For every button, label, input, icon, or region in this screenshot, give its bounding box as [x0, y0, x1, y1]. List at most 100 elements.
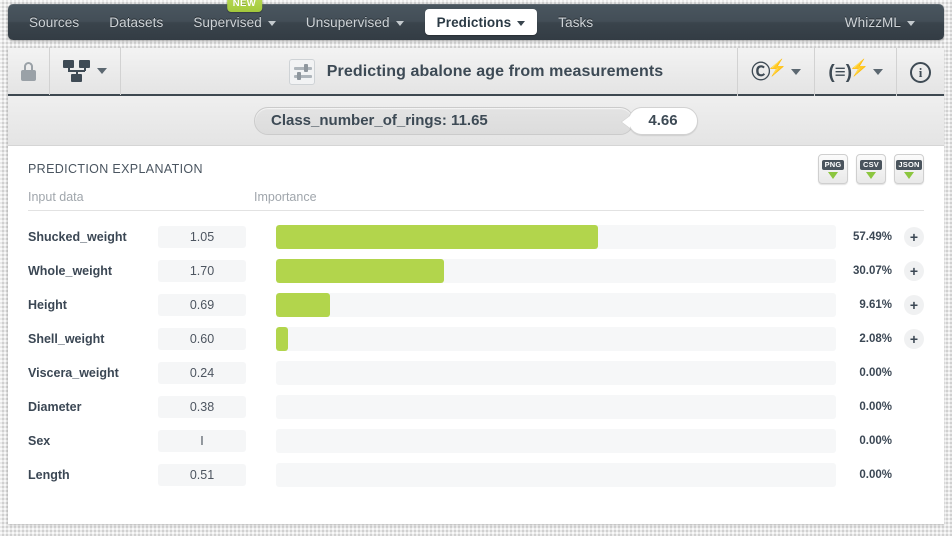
batch-prediction-button[interactable]: Ⓒ ⚡ [737, 48, 814, 96]
chevron-down-icon [791, 69, 802, 75]
export-buttons: PNG CSV JSON [818, 154, 924, 184]
main-navbar: Sources Datasets Supervised NEW Unsupervised… [8, 0, 944, 40]
nav-item-label: Predictions [436, 14, 512, 30]
nav-item-sources[interactable]: Sources [14, 4, 94, 40]
importance-bar-track [276, 327, 836, 351]
chevron-down-icon [395, 20, 404, 26]
chevron-down-icon [97, 68, 107, 74]
nav-item-predictions[interactable]: Predictions [424, 9, 538, 35]
importance-bar-track [276, 395, 836, 419]
importance-bar-track [276, 293, 836, 317]
table-row: Shell_weight 0.60 2.08% + [28, 322, 924, 356]
nav-item-supervised[interactable]: Supervised NEW [178, 0, 291, 40]
nav-item-whizzml[interactable]: WhizzML [830, 15, 930, 30]
importance-bar [276, 327, 288, 351]
importance-percent: 2.08% [859, 333, 892, 345]
chevron-down-icon [267, 20, 276, 26]
expand-row-button[interactable]: + [904, 329, 924, 349]
nav-item-whizzml-label: WhizzML [844, 14, 901, 30]
lightning-icon: ⚡ [849, 60, 869, 77]
export-format-label: JSON [895, 159, 923, 171]
field-value: 1.70 [158, 260, 246, 282]
field-value: 1.05 [158, 226, 246, 248]
table-row: Height 0.69 9.61% + [28, 288, 924, 322]
importance-percent: 57.49% [852, 231, 892, 243]
info-button[interactable]: i [896, 48, 944, 96]
importance-percent: 30.07% [852, 265, 892, 277]
importance-bar [276, 225, 598, 249]
nav-item-unsupervised[interactable]: Unsupervised [291, 4, 419, 40]
table-row: Length0.510.00%+ [28, 458, 924, 492]
export-json-button[interactable]: JSON [894, 154, 924, 184]
field-value: 0.51 [158, 464, 246, 486]
chevron-down-icon [873, 69, 883, 75]
page-title: Predicting abalone age from measurements [326, 63, 664, 80]
table-row: Diameter0.380.00%+ [28, 390, 924, 424]
field-value: 0.38 [158, 396, 246, 418]
nav-item-label: Unsupervised [305, 14, 390, 30]
export-format-label: CSV [860, 159, 882, 171]
field-name: Shucked_weight [28, 230, 127, 244]
expand-row-button[interactable]: + [904, 295, 924, 315]
nav-item-label: Sources [29, 14, 80, 30]
export-format-label: PNG [822, 159, 844, 171]
field-name: Height [28, 298, 67, 312]
privacy-lock-button[interactable] [8, 47, 50, 95]
resource-toolbar: Predicting abalone age from measurements… [8, 47, 944, 96]
importance-bar-track [276, 225, 836, 249]
new-badge: NEW [226, 0, 263, 12]
expand-row-button[interactable]: + [904, 227, 924, 247]
objective-prediction-pill: Class_number_of_rings: 11.65 [254, 106, 634, 135]
nav-item-datasets[interactable]: Datasets [94, 4, 178, 40]
toolbar-actions: Ⓒ ⚡ (≡) ⚡ i [737, 48, 944, 96]
chevron-down-icon [517, 20, 526, 26]
field-value: 0.60 [158, 328, 246, 350]
download-arrow-icon [904, 172, 914, 180]
nav-item-label: Tasks [558, 14, 594, 30]
evaluation-button[interactable]: (≡) ⚡ [814, 48, 896, 96]
prediction-explanation-section: PREDICTION EXPLANATION PNG CSV JSON Input … [8, 146, 944, 492]
field-value: 0.24 [158, 362, 246, 384]
field-name: Diameter [28, 400, 82, 414]
model-selector-button[interactable] [50, 47, 121, 95]
importance-bar-track [276, 429, 836, 453]
content-panel: Predicting abalone age from measurements… [8, 47, 944, 524]
column-header-importance: Importance [240, 190, 924, 211]
nav-item-label: Datasets [109, 14, 164, 30]
export-png-button[interactable]: PNG [818, 154, 848, 184]
importance-bar-track [276, 463, 836, 487]
chevron-down-icon [907, 20, 915, 26]
importance-bar-track [276, 361, 836, 385]
lightning-icon: ⚡ [767, 60, 788, 77]
nav-account-area: WhizzML [830, 15, 944, 30]
importance-percent: 0.00% [859, 367, 892, 379]
importance-percent: 0.00% [859, 435, 892, 447]
field-value: I [158, 430, 246, 452]
prediction-result-bar: Class_number_of_rings: 11.65 4.66 [8, 96, 944, 146]
importance-percent: 0.00% [859, 469, 892, 481]
objective-prediction-label: Class_number_of_rings: 11.65 [271, 112, 488, 129]
prediction-sliders-icon [288, 59, 315, 85]
download-arrow-icon [866, 172, 876, 180]
table-row: Shucked_weight 1.05 57.49% + [28, 220, 924, 254]
table-row: SexI0.00%+ [28, 424, 924, 458]
download-arrow-icon [828, 172, 838, 180]
section-title: PREDICTION EXPLANATION [28, 162, 203, 176]
prediction-confidence-badge: 4.66 [628, 106, 698, 135]
nav-item-label: Supervised [193, 14, 262, 30]
field-name: Viscera_weight [28, 366, 119, 380]
export-csv-button[interactable]: CSV [856, 154, 886, 184]
table-row: Viscera_weight0.240.00%+ [28, 356, 924, 390]
importance-percent: 0.00% [859, 401, 892, 413]
field-value: 0.69 [158, 294, 246, 316]
info-icon: i [910, 61, 931, 83]
lock-icon [21, 61, 36, 81]
expand-row-button[interactable]: + [904, 261, 924, 281]
field-name: Length [28, 468, 70, 482]
nav-items: Sources Datasets Supervised NEW Unsupervised… [8, 0, 608, 40]
importance-bar [276, 293, 330, 317]
field-name: Whole_weight [28, 264, 113, 278]
column-headers: Input data Importance [28, 190, 924, 216]
nav-item-tasks[interactable]: Tasks [543, 4, 608, 40]
field-name: Shell_weight [28, 332, 105, 346]
